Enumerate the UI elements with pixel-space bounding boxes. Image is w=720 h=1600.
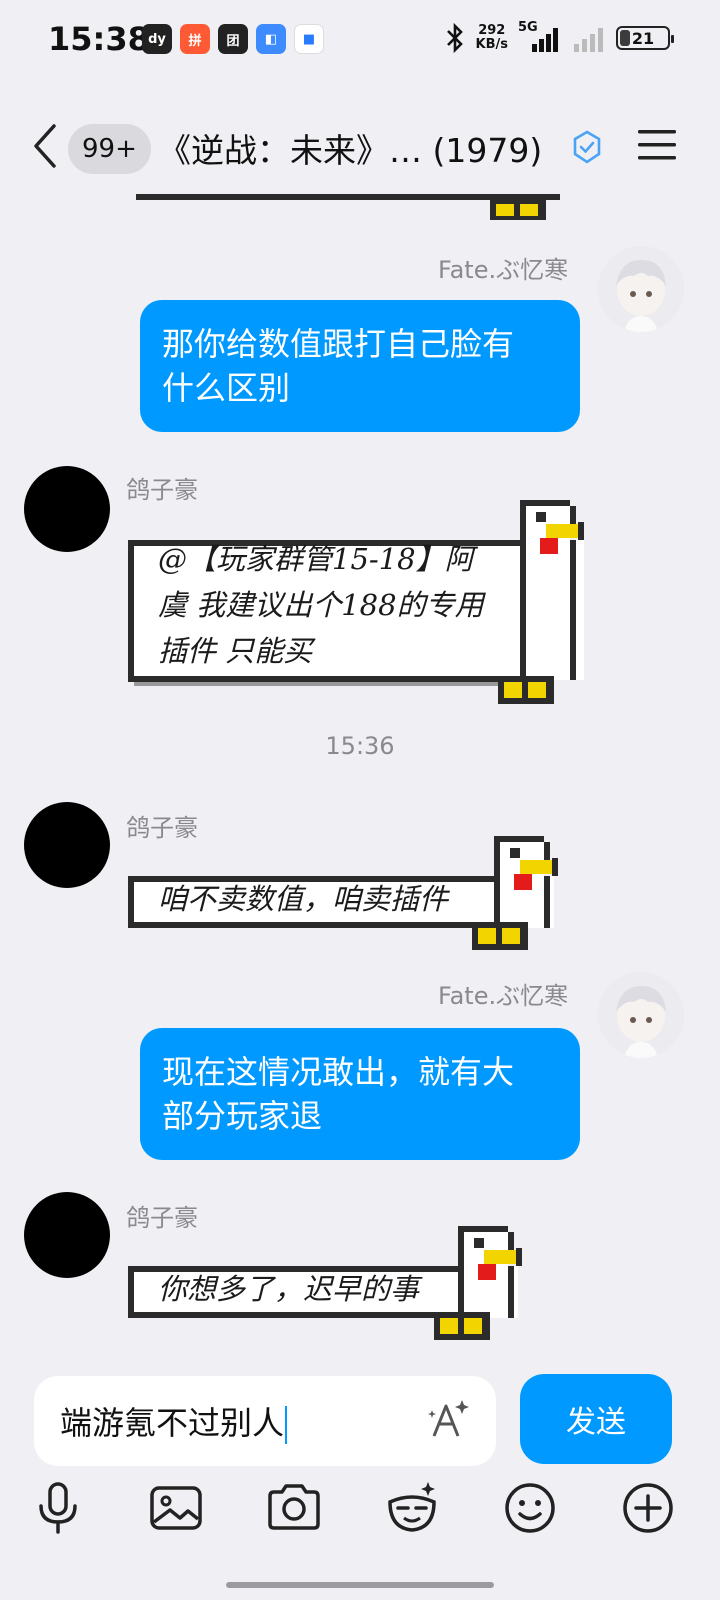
back-arrow-icon[interactable] bbox=[28, 122, 64, 170]
previous-message-bubble-fragment bbox=[136, 194, 560, 220]
anime-avatar-icon bbox=[598, 246, 684, 332]
ai-text-icon[interactable] bbox=[426, 1396, 470, 1444]
text-caret bbox=[285, 1406, 288, 1444]
app-notification-icon: 团 bbox=[218, 24, 248, 54]
timestamp: 15:36 bbox=[325, 732, 395, 760]
app-notification-icon: ■ bbox=[294, 24, 324, 54]
signal-icon bbox=[574, 28, 603, 52]
status-time: 15:38 bbox=[48, 20, 150, 58]
anime-avatar-icon bbox=[598, 972, 684, 1058]
verified-badge-icon bbox=[573, 130, 601, 164]
image-icon[interactable] bbox=[146, 1478, 206, 1538]
sender-name: Fate.ぶ忆寒 bbox=[438, 256, 569, 284]
message-bubble[interactable]: 你想多了，迟早的事 bbox=[128, 1226, 528, 1348]
microphone-icon[interactable] bbox=[28, 1478, 88, 1538]
avatar[interactable] bbox=[598, 972, 684, 1058]
composer-toolbar bbox=[0, 1478, 720, 1548]
unread-count-badge[interactable]: 99+ bbox=[68, 124, 151, 174]
app-notification-icon: 拼 bbox=[180, 24, 210, 54]
smiley-icon[interactable] bbox=[500, 1478, 560, 1538]
message-bubble[interactable]: 现在这情况敢出，就有大 部分玩家退 bbox=[140, 1028, 580, 1160]
bluetooth-icon bbox=[446, 22, 463, 54]
chat-title[interactable]: 《逆战：未来》… (1979) bbox=[158, 124, 542, 172]
avatar[interactable] bbox=[598, 246, 684, 332]
status-bar: 15:38 dy 拼 团 ◧ ■ 292 KB/s 5G 21 bbox=[0, 0, 720, 80]
avatar[interactable] bbox=[24, 466, 110, 552]
message-input[interactable]: 端游氪不过别人 bbox=[34, 1376, 496, 1466]
app-notification-icon: dy bbox=[142, 24, 172, 54]
net-speed: 292 KB/s bbox=[475, 23, 508, 52]
camera-icon[interactable] bbox=[264, 1478, 324, 1538]
home-indicator[interactable] bbox=[226, 1582, 494, 1588]
sender-name: Fate.ぶ忆寒 bbox=[438, 982, 569, 1010]
avatar[interactable] bbox=[24, 802, 110, 888]
status-right: 292 KB/s 5G 21 bbox=[444, 20, 674, 54]
app-notification-icon: ◧ bbox=[256, 24, 286, 54]
plus-icon[interactable] bbox=[618, 1478, 678, 1538]
message-bubble[interactable]: 咱不卖数值，咱卖插件 bbox=[128, 836, 564, 956]
message-bubble[interactable]: @【玩家群管15-18】阿 虞 我建议出个188的专用 插件 只能买 bbox=[128, 500, 590, 710]
chat-header: 99+ 《逆战：未来》… (1979) bbox=[0, 108, 720, 184]
battery-icon: 21 bbox=[616, 26, 674, 50]
message-bubble[interactable]: 那你给数值跟打自己脸有 什么区别 bbox=[140, 300, 580, 432]
signal-5g-icon: 5G bbox=[518, 20, 562, 54]
menu-icon[interactable] bbox=[638, 128, 676, 162]
send-button[interactable]: 发送 bbox=[520, 1374, 672, 1464]
sticker-emoji-icon[interactable] bbox=[382, 1478, 442, 1538]
avatar[interactable] bbox=[24, 1192, 110, 1278]
notification-icons: dy 拼 团 ◧ ■ bbox=[142, 24, 324, 54]
